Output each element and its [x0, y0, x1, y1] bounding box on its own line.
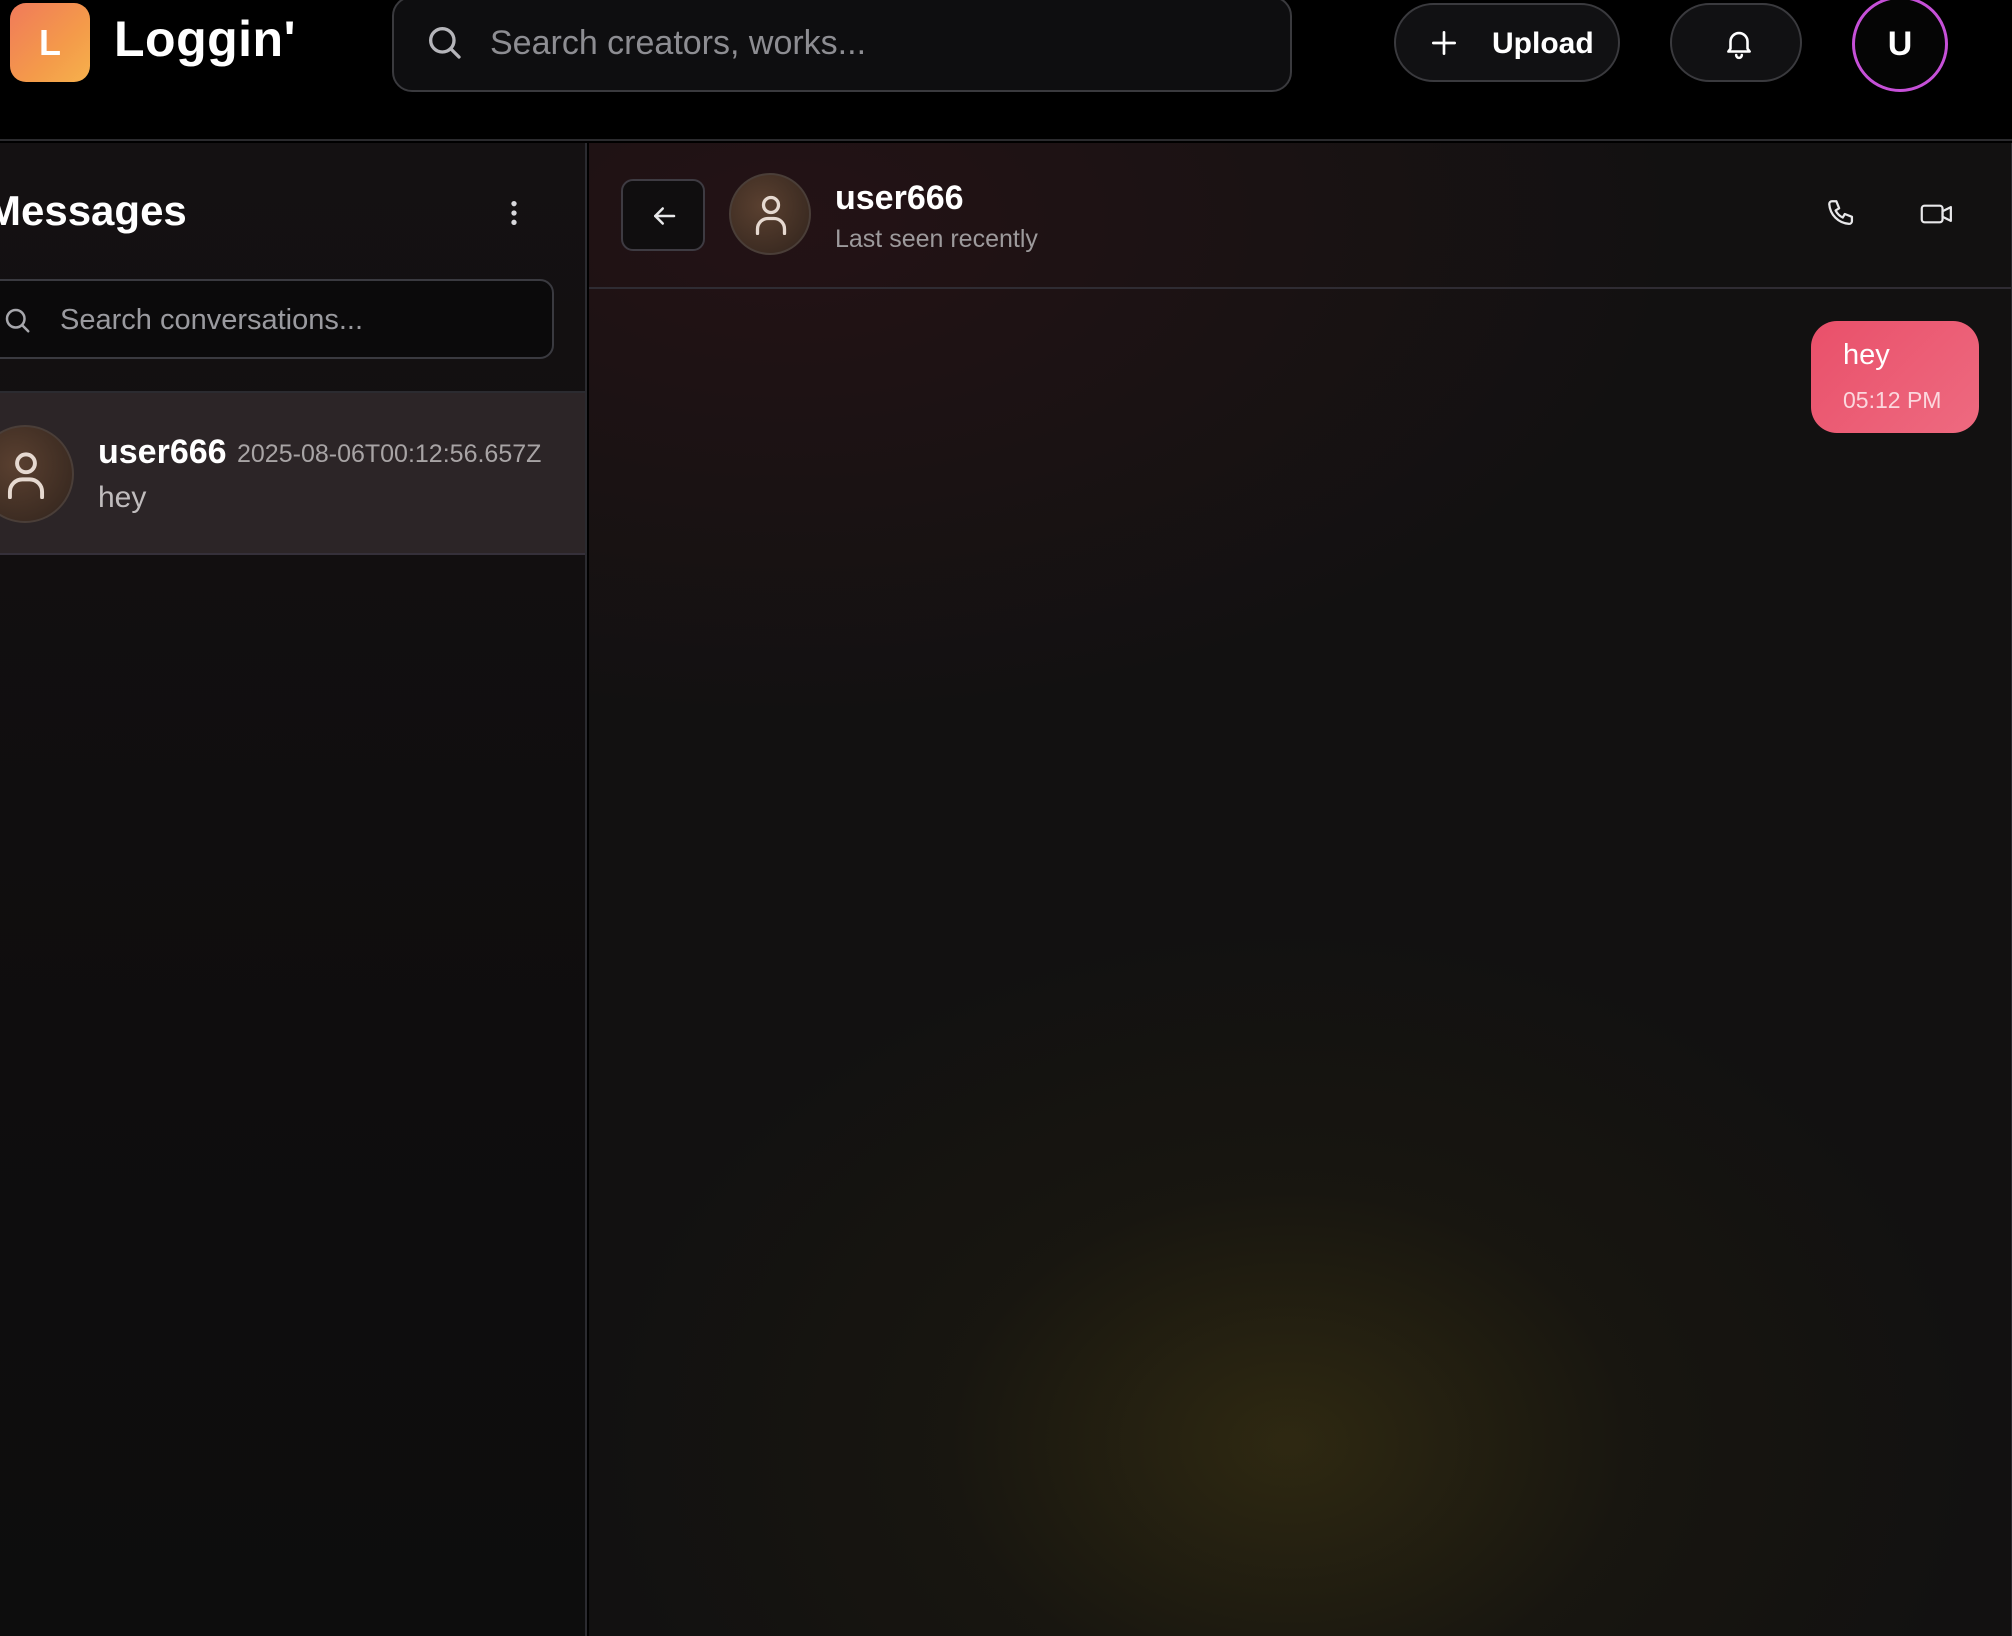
video-camera-icon[interactable] — [1919, 197, 1955, 231]
chat-avatar[interactable] — [729, 173, 811, 255]
search-icon — [429, 27, 461, 59]
conversation-search-box — [0, 279, 554, 359]
arrow-left-icon — [654, 207, 676, 225]
phone-icon[interactable] — [1825, 197, 1859, 231]
conversation-preview: hey — [98, 481, 147, 514]
message-time: 05:12 PM — [1843, 387, 1942, 413]
app-logo[interactable]: L — [10, 3, 90, 82]
conversation-name: user666 — [98, 433, 227, 471]
outgoing-message-bubble[interactable]: hey 05:12 PM — [1811, 321, 1979, 433]
chat-contact-name: user666 — [835, 179, 964, 217]
top-navigation-bar: L Loggin' Upload U — [0, 0, 2012, 141]
chat-contact-status: Last seen recently — [835, 225, 1038, 253]
more-options-icon[interactable] — [498, 195, 530, 231]
conversation-item[interactable]: user666 2025-08-06T00:12:56.657Z hey — [0, 393, 585, 555]
chat-panel: user666 Last seen recently hey 05:12 PM — [589, 143, 2012, 1636]
app-name[interactable]: Loggin' — [114, 10, 296, 68]
global-search-box — [392, 0, 1292, 92]
bell-icon — [1727, 31, 1751, 60]
upload-button-label: Upload — [1492, 27, 1594, 60]
message-text: hey — [1843, 339, 1890, 371]
back-button[interactable] — [621, 179, 705, 251]
notifications-button[interactable] — [1670, 3, 1802, 82]
conversation-timestamp: 2025-08-06T00:12:56.657Z — [237, 440, 542, 468]
avatar — [0, 425, 74, 523]
plus-icon — [1432, 31, 1456, 55]
user-avatar-button[interactable]: U — [1852, 0, 1948, 92]
search-icon — [5, 308, 30, 333]
sidebar-title: Messages — [0, 187, 187, 234]
user-icon — [7, 452, 45, 499]
upload-button[interactable]: Upload — [1394, 3, 1620, 82]
conversations-sidebar: Messages user666 2025-08-06T00:12:56.657… — [0, 143, 587, 1636]
conversation-search-input[interactable] — [60, 299, 530, 341]
chat-header: user666 Last seen recently — [589, 143, 2012, 289]
global-search-input[interactable] — [490, 18, 1250, 68]
user-icon — [755, 195, 787, 235]
